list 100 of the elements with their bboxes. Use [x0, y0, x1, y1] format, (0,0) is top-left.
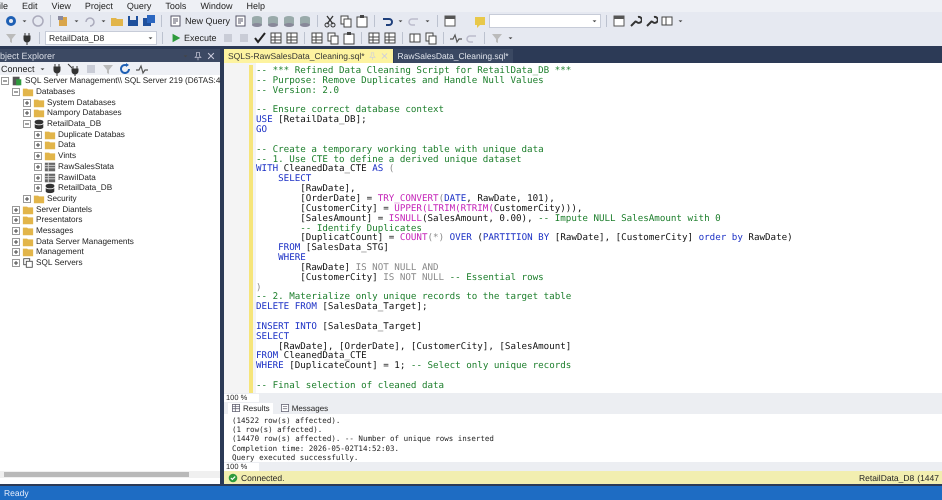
collapse-icon[interactable] — [1, 77, 9, 86]
results-tab[interactable]: Messages — [276, 402, 332, 414]
activity-icon[interactable] — [134, 62, 149, 76]
properties-icon[interactable] — [612, 14, 626, 28]
query-icon[interactable] — [234, 14, 248, 28]
save-icon[interactable] — [126, 14, 140, 28]
copy-icon[interactable] — [424, 30, 438, 44]
menu-item[interactable]: Project — [84, 0, 113, 12]
save-all-icon[interactable] — [142, 14, 156, 28]
stats-icon[interactable] — [326, 30, 340, 44]
panel-title: bject Explorer — [0, 50, 56, 60]
tree-item[interactable]: Data — [58, 140, 76, 150]
tree-item[interactable]: RetailData_DB — [58, 183, 112, 194]
window-icon[interactable] — [443, 14, 458, 28]
code-line: [SalesAmount] = ISNULL(SalesAmount, 0.00), -- Impute NULL SalesAmount with 0 — [299, 214, 722, 224]
cut-icon[interactable] — [323, 14, 338, 28]
folder-icon — [33, 107, 45, 120]
expand-icon[interactable] — [12, 216, 20, 224]
expand-icon[interactable] — [34, 174, 42, 182]
table-icon — [44, 160, 56, 173]
align-icon[interactable] — [448, 30, 463, 44]
panel-icon[interactable] — [408, 30, 422, 44]
tree-item[interactable]: Management — [36, 247, 84, 258]
folder-icon — [33, 192, 45, 205]
tree-item[interactable]: Duplicate Databas — [58, 130, 125, 140]
code-line: SELECT — [277, 174, 312, 184]
code-line: -- Identify Duplicates — [299, 224, 422, 234]
disconnect-icon[interactable] — [66, 62, 81, 76]
scrollbar-thumb[interactable] — [4, 472, 189, 477]
database-dropdown[interactable]: RetailData_D8 — [45, 30, 157, 44]
status-text: Ready — [4, 488, 29, 498]
message-icon — [280, 403, 290, 413]
collapse-icon[interactable] — [12, 88, 20, 96]
expand-icon[interactable] — [12, 248, 20, 256]
expand-icon[interactable] — [23, 98, 31, 107]
tree-item[interactable]: Messages — [36, 226, 74, 236]
tree-item[interactable]: RetailData_DB — [47, 119, 102, 130]
tree-item[interactable]: System Databases — [47, 98, 116, 108]
menu-item[interactable]: View — [52, 0, 71, 12]
folder-icon — [22, 224, 34, 237]
code-line: [RawDate], [OrderDate], [CustomerCity], [SalesAmount] — [278, 342, 572, 352]
folder-icon — [22, 246, 34, 258]
expand-icon[interactable] — [34, 152, 42, 160]
expand-icon[interactable] — [12, 238, 20, 246]
collapse-icon[interactable] — [23, 120, 31, 128]
expand-icon[interactable] — [12, 226, 20, 235]
tree-item[interactable]: Nampory Databases — [47, 108, 122, 118]
editor-tab[interactable]: RawSalesData_Cleaning.sql* — [394, 49, 513, 63]
row-count: (1447 — [917, 472, 939, 482]
menu-item[interactable]: Tools — [165, 0, 186, 12]
paste-icon[interactable] — [355, 14, 370, 28]
connect-button[interactable]: Connect — [1, 64, 35, 74]
tree-item[interactable]: RawiIData — [58, 172, 96, 183]
menu-item[interactable]: Edit — [22, 0, 38, 12]
expand-icon[interactable] — [12, 259, 20, 268]
menu-item[interactable]: Help — [246, 0, 265, 12]
outdent-icon[interactable] — [382, 30, 397, 44]
new-project-icon[interactable] — [56, 14, 70, 28]
back-icon[interactable] — [4, 14, 18, 28]
code-line: -- 1. Use CTE to define a derived unique dataset — [256, 154, 523, 164]
copy-icon[interactable] — [339, 14, 354, 28]
expand-icon[interactable] — [23, 109, 31, 118]
tree-item[interactable]: SQL Servers — [36, 258, 83, 268]
expand-icon[interactable] — [34, 162, 42, 171]
code-line: WHERE [DuplicateCount] = 1; -- Select only unique records — [256, 361, 572, 372]
tree-item[interactable]: Server Diantels — [36, 204, 92, 215]
refresh-icon[interactable] — [118, 62, 132, 76]
tree-item[interactable]: Presentators — [36, 215, 82, 226]
menu-item[interactable]: Query — [126, 0, 152, 12]
wrench-icon[interactable] — [628, 14, 642, 28]
tree-item[interactable]: Data Server Managements — [36, 236, 134, 247]
expand-icon[interactable] — [34, 130, 42, 139]
search-combo-field[interactable] — [489, 14, 601, 28]
expand-icon[interactable] — [23, 194, 31, 203]
indent-icon[interactable] — [366, 30, 381, 44]
tree-item[interactable]: RawSalesStata — [58, 162, 114, 172]
new-query-button[interactable]: New Query — [167, 12, 232, 28]
check-icon[interactable] — [252, 30, 267, 44]
server-icon — [11, 75, 23, 88]
plan-icon[interactable] — [310, 30, 324, 44]
tree-item[interactable]: Databases — [36, 87, 76, 98]
tree-item[interactable]: Security — [47, 194, 77, 204]
wrench-icon[interactable] — [644, 14, 658, 28]
panel-icon[interactable] — [660, 14, 674, 28]
code-line: WITH CleanedData_CTE AS ( — [256, 164, 396, 174]
results-tab[interactable]: Results — [228, 402, 273, 414]
expand-icon[interactable] — [34, 141, 42, 150]
execute-button[interactable]: Execute — [168, 30, 219, 46]
client-icon[interactable] — [342, 30, 356, 44]
menu-item[interactable]: Window — [200, 0, 232, 12]
folder-icon — [22, 86, 34, 98]
servers-icon — [22, 257, 34, 270]
expand-icon[interactable] — [12, 206, 20, 214]
tree-item[interactable]: Vints — [58, 151, 76, 162]
table-icon[interactable] — [284, 30, 299, 44]
folder-icon — [22, 236, 34, 248]
grid-icon[interactable] — [268, 30, 283, 44]
database-icon — [33, 118, 45, 130]
expand-icon[interactable] — [34, 184, 42, 192]
code-line: [DuplicatCount] = COUNT(*) OVER (PARTITION BY [RawDate], [CustomerCity] order by RawDate) — [300, 233, 793, 244]
